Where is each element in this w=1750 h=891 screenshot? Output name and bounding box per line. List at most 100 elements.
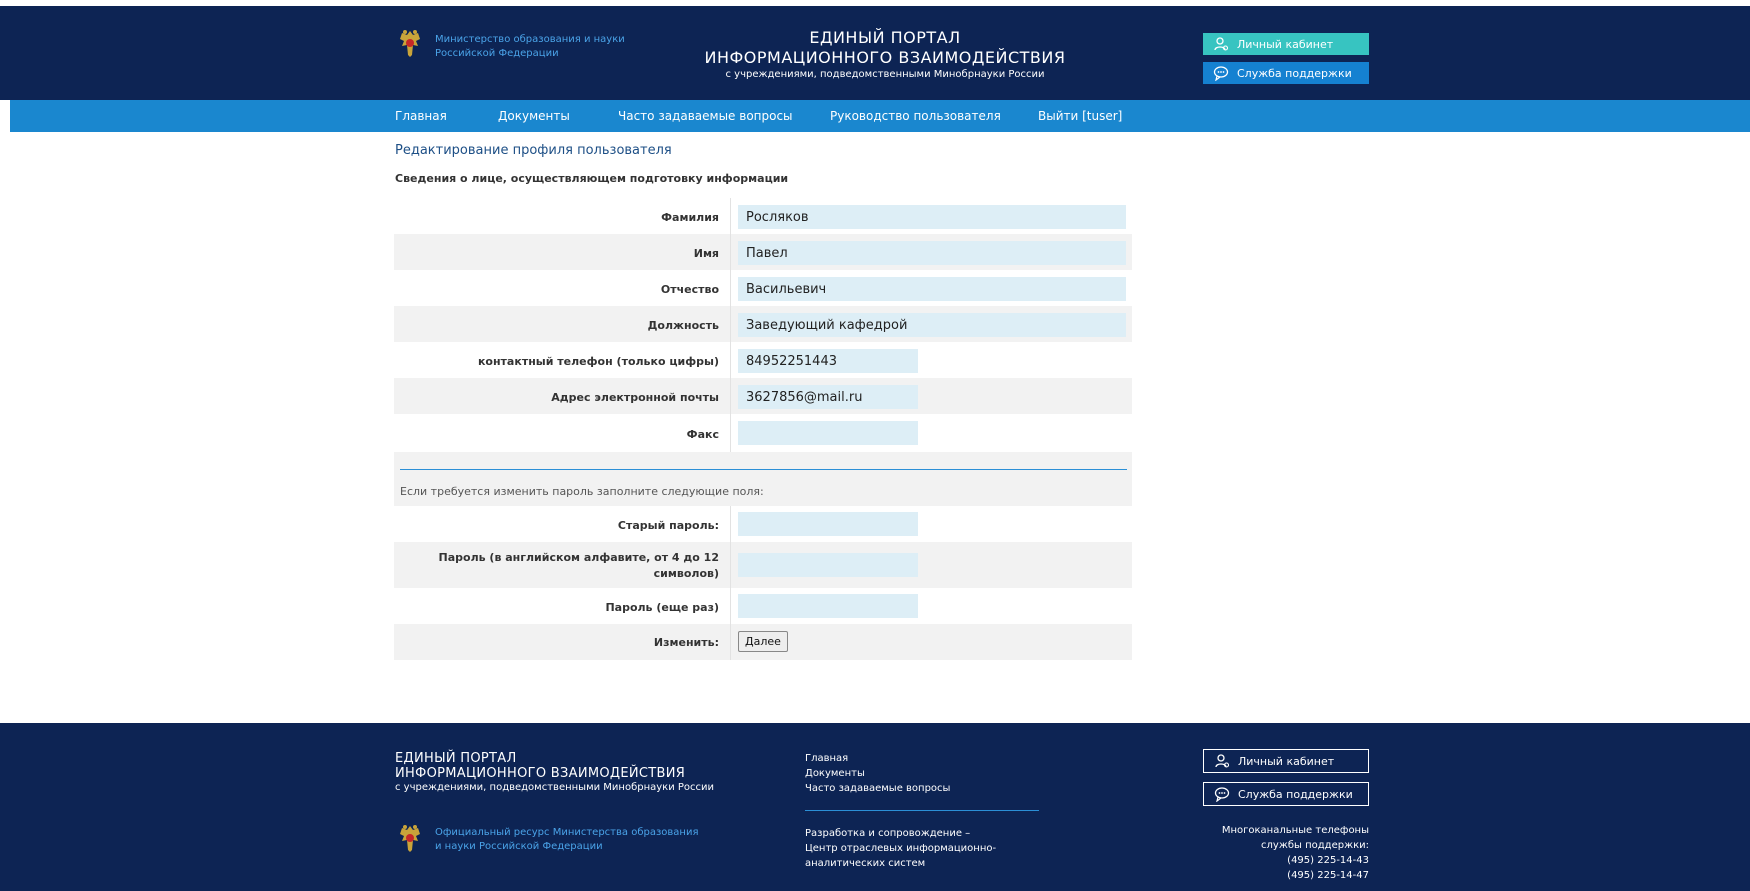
footer-link-home[interactable]: Главная (805, 751, 950, 766)
row-old-password: Старый пароль: (394, 506, 1132, 542)
official-line1: Официальный ресурс Министерства образова… (435, 827, 699, 838)
row-separator (730, 342, 731, 378)
support-button[interactable]: Служба поддержки (1203, 62, 1369, 84)
dev-line2: Центр отраслевых информационно- (805, 843, 997, 854)
chat-icon (1214, 786, 1230, 802)
nav-item-guide[interactable]: Руководство пользователя (830, 100, 1001, 132)
password-note: Если требуется изменить пароль заполните… (400, 485, 764, 498)
nav-item-logout[interactable]: Выйти [tuser] (1038, 100, 1122, 132)
ministry-line2: Российской Федерации (435, 48, 559, 59)
position-field[interactable] (738, 313, 1126, 337)
emblem-icon (396, 823, 424, 855)
row-email: Адрес электронной почты (394, 378, 1132, 414)
name-field[interactable] (738, 241, 1126, 265)
developer-info: Разработка и сопровождение – Центр отрас… (805, 826, 996, 871)
footer-divider (805, 810, 1039, 811)
row-name: Имя (394, 234, 1132, 270)
name-label: Имя (693, 247, 719, 260)
page: Министерство образования и науки Российс… (0, 0, 1750, 891)
portal-title-line3: с учреждениями, подведомственными Минобр… (725, 69, 1045, 80)
section-divider (400, 469, 1127, 470)
official-resource-link[interactable]: Официальный ресурс Министерства образова… (435, 826, 698, 854)
surname-label: Фамилия (661, 211, 719, 224)
nav-item-home[interactable]: Главная (395, 100, 447, 132)
page-title: Редактирование профиля пользователя (395, 143, 672, 158)
position-label: Должность (647, 319, 719, 332)
row-submit: Изменить: Далее (394, 624, 1132, 660)
row-separator (730, 198, 731, 234)
main-nav: Главная Документы Часто задаваемые вопро… (10, 100, 1750, 132)
patronymic-field[interactable] (738, 277, 1126, 301)
row-separator (730, 414, 731, 452)
phone-label: контактный телефон (только цифры) (477, 355, 719, 368)
new-password-label-line1: Пароль (в английском алфавите, от 4 до 1… (438, 551, 719, 564)
old-password-field[interactable] (738, 512, 918, 536)
fax-label: Факс (686, 428, 719, 441)
ministry-name[interactable]: Министерство образования и науки Российс… (435, 33, 625, 61)
email-field[interactable] (738, 385, 918, 409)
row-separator (730, 506, 731, 542)
support-phone-2: (495) 225-14-47 (1287, 870, 1369, 881)
email-label: Адрес электронной почты (551, 391, 719, 404)
row-separator (730, 588, 731, 624)
footer-links: Главная Документы Часто задаваемые вопро… (805, 751, 950, 796)
footer-cabinet-label: Личный кабинет (1238, 754, 1335, 768)
row-new-password: Пароль (в английском алфавите, от 4 до 1… (394, 542, 1132, 588)
user-icon (1214, 753, 1230, 769)
row-separator (730, 624, 731, 660)
cabinet-button[interactable]: Личный кабинет (1203, 33, 1369, 55)
row-repeat-password: Пароль (еще раз) (394, 588, 1132, 624)
change-label: Изменить: (653, 636, 719, 649)
surname-field[interactable] (738, 205, 1126, 229)
row-phone: контактный телефон (только цифры) (394, 342, 1132, 378)
repeat-password-label: Пароль (еще раз) (605, 601, 719, 614)
row-separator (730, 306, 731, 342)
header: Министерство образования и науки Российс… (0, 6, 1750, 100)
ministry-line1: Министерство образования и науки (435, 34, 625, 45)
phones-line2: службы поддержки: (1261, 840, 1369, 851)
nav-item-faq[interactable]: Часто задаваемые вопросы (618, 100, 793, 132)
row-fax: Факс (394, 414, 1132, 452)
support-label: Служба поддержки (1237, 66, 1352, 80)
patronymic-label: Отчество (660, 283, 719, 296)
footer-title-line2: ИНФОРМАЦИОННОГО ВЗАИМОДЕЙСТВИЯ (395, 766, 686, 781)
repeat-password-field[interactable] (738, 594, 918, 618)
portal-title-line2: ИНФОРМАЦИОННОГО ВЗАИМОДЕЙСТВИЯ (704, 48, 1066, 67)
nav-item-documents[interactable]: Документы (498, 100, 570, 132)
section-title: Сведения о лице, осуществляющем подготов… (395, 172, 789, 185)
row-separator (730, 270, 731, 306)
chat-icon (1213, 65, 1229, 81)
footer: ЕДИНЫЙ ПОРТАЛ ИНФОРМАЦИОННОГО ВЗАИМОДЕЙС… (0, 723, 1750, 891)
new-password-label: Пароль (в английском алфавите, от 4 до 1… (439, 550, 719, 582)
dev-line1: Разработка и сопровождение – (805, 828, 971, 839)
footer-title-line1: ЕДИНЫЙ ПОРТАЛ (395, 751, 517, 766)
old-password-label: Старый пароль: (617, 519, 719, 532)
row-separator (730, 542, 731, 588)
footer-link-documents[interactable]: Документы (805, 766, 950, 781)
portal-title-line1: ЕДИНЫЙ ПОРТАЛ (809, 28, 961, 47)
cabinet-label: Личный кабинет (1237, 37, 1334, 51)
dev-line3: аналитических систем (805, 858, 926, 869)
row-patronymic: Отчество (394, 270, 1132, 306)
next-button[interactable]: Далее (738, 631, 788, 652)
portal-title: ЕДИНЫЙ ПОРТАЛ ИНФОРМАЦИОННОГО ВЗАИМОДЕЙС… (700, 28, 1070, 81)
user-icon (1213, 36, 1229, 52)
new-password-field[interactable] (738, 553, 918, 577)
emblem-icon (396, 28, 424, 60)
footer-link-faq[interactable]: Часто задаваемые вопросы (805, 781, 950, 796)
support-phone-1: (495) 225-14-43 (1287, 855, 1369, 866)
official-line2: и науки Российской Федерации (435, 841, 603, 852)
row-position: Должность (394, 306, 1132, 342)
fax-field[interactable] (738, 421, 918, 445)
footer-support-label: Служба поддержки (1238, 787, 1353, 801)
footer-title-line3: с учреждениями, подведомственными Минобр… (395, 782, 715, 793)
footer-support-button[interactable]: Служба поддержки (1203, 782, 1369, 806)
row-surname: Фамилия (394, 198, 1132, 234)
new-password-label-line2: символов) (653, 567, 719, 580)
row-separator (730, 378, 731, 414)
footer-cabinet-button[interactable]: Личный кабинет (1203, 749, 1369, 773)
footer-portal-title: ЕДИНЫЙ ПОРТАЛ ИНФОРМАЦИОННОГО ВЗАИМОДЕЙС… (395, 751, 714, 795)
support-phones: Многоканальные телефоны службы поддержки… (1170, 823, 1369, 883)
phones-line1: Многоканальные телефоны (1221, 825, 1369, 836)
phone-field[interactable] (738, 349, 918, 373)
